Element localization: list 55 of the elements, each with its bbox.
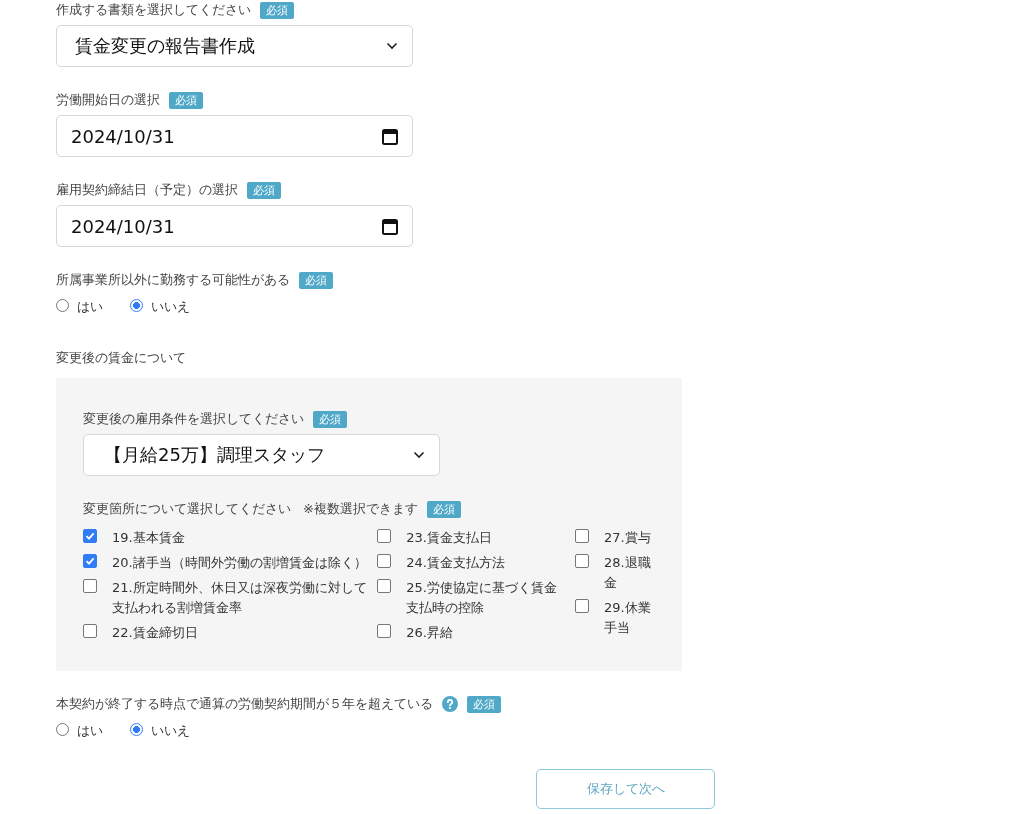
dropdown[interactable]: 賃金変更の報告書作成 bbox=[56, 25, 413, 67]
radio-label: いいえ bbox=[151, 298, 190, 316]
radio-label: はい bbox=[77, 722, 103, 740]
checkbox-label: 25.労使協定に基づく賃金支払時の控除 bbox=[406, 579, 558, 617]
required-badge: 必須 bbox=[313, 410, 347, 428]
field-label: 変更後の雇用条件を選択してください bbox=[83, 410, 304, 428]
radio-button[interactable] bbox=[130, 722, 143, 736]
calendar-icon[interactable] bbox=[382, 127, 398, 145]
required-badge: 必須 bbox=[169, 91, 203, 109]
checkbox-label: 28.退職金 bbox=[604, 554, 652, 592]
date-field[interactable]: 2024/10/31 bbox=[56, 115, 413, 157]
field-label: 雇用契約締結日（予定）の選択 bbox=[56, 181, 238, 199]
field-label: 作成する書類を選択してください bbox=[56, 1, 251, 19]
field-note: ※複数選択できます bbox=[303, 500, 418, 518]
checkbox[interactable] bbox=[575, 599, 589, 613]
checkbox-label: 24.賃金支払方法 bbox=[406, 554, 506, 572]
checkbox-label: 29.休業手当 bbox=[604, 599, 652, 637]
chevron-icon bbox=[413, 451, 425, 459]
radio-label: いいえ bbox=[151, 722, 190, 740]
radio-button[interactable] bbox=[130, 298, 143, 312]
chevron-icon bbox=[386, 42, 398, 50]
field-label: 労働開始日の選択 bbox=[56, 91, 160, 109]
checkbox[interactable] bbox=[377, 579, 392, 593]
checkbox[interactable] bbox=[377, 554, 392, 568]
checkbox-label: 22.賃金締切日 bbox=[112, 624, 199, 642]
field-label: 本契約が終了する時点で通算の労働契約期間が５年を超えている bbox=[56, 695, 433, 713]
checkbox-label: 19.基本賃金 bbox=[112, 529, 186, 547]
date-field[interactable]: 2024/10/31 bbox=[56, 205, 413, 247]
radio-label: はい bbox=[77, 298, 103, 316]
radio-button[interactable] bbox=[56, 722, 69, 736]
checkbox-label: 27.賞与 bbox=[604, 529, 652, 547]
checkbox[interactable] bbox=[83, 624, 97, 638]
required-badge: 必須 bbox=[426, 500, 461, 518]
radio-button[interactable] bbox=[56, 298, 69, 312]
checkbox-label: 20.諸手当（時間外労働の割増賃金は除く） bbox=[112, 554, 368, 572]
checkbox[interactable] bbox=[83, 529, 97, 543]
help-icon[interactable] bbox=[442, 696, 458, 712]
field-label: 変更箇所について選択してください bbox=[83, 500, 291, 518]
checkbox[interactable] bbox=[83, 554, 97, 568]
required-badge: 必須 bbox=[247, 181, 281, 199]
checkbox[interactable] bbox=[575, 529, 589, 543]
field-label: 所属事業所以外に勤務する可能性がある bbox=[56, 271, 290, 289]
section-title: 変更後の賃金について bbox=[56, 349, 187, 367]
checkbox[interactable] bbox=[83, 579, 97, 593]
checkbox-label: 21.所定時間外、休日又は深夜労働に対して支払われる割増賃金率 bbox=[112, 579, 368, 617]
checkbox[interactable] bbox=[377, 624, 392, 638]
checkbox-label: 23.賃金支払日 bbox=[406, 529, 493, 547]
checkbox-label: 26.昇給 bbox=[406, 624, 454, 642]
required-badge: 必須 bbox=[260, 1, 294, 19]
checkbox[interactable] bbox=[377, 529, 392, 543]
dropdown[interactable]: 【月給25万】調理スタッフ bbox=[83, 434, 440, 476]
required-badge: 必須 bbox=[467, 695, 501, 713]
required-badge: 必須 bbox=[299, 271, 333, 289]
checkbox[interactable] bbox=[575, 554, 589, 568]
calendar-icon[interactable] bbox=[382, 217, 398, 235]
